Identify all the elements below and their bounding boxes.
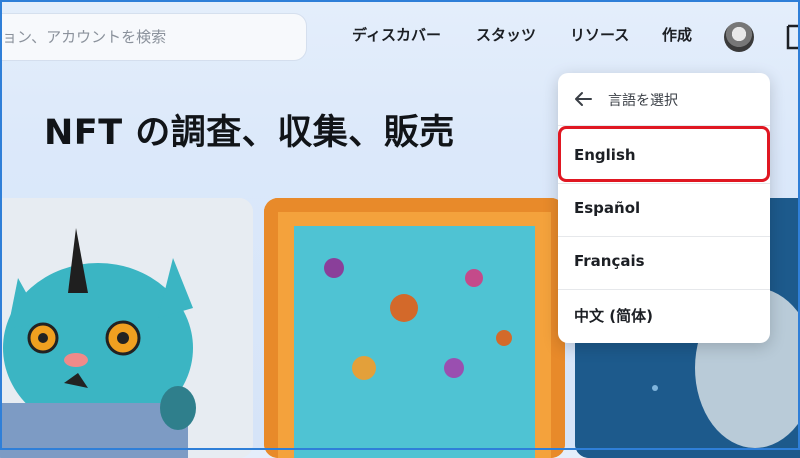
language-option-english[interactable]: English	[558, 130, 770, 182]
nft-card-2[interactable]	[264, 198, 565, 458]
language-option-label: 中文 (简体)	[574, 307, 653, 325]
nav-stats[interactable]: スタッツ	[476, 24, 536, 45]
language-option-label: English	[574, 146, 636, 164]
divider	[558, 125, 770, 126]
cart-icon[interactable]	[786, 24, 800, 50]
nav-create[interactable]: 作成	[662, 24, 692, 45]
framed-painting-image	[264, 198, 565, 458]
language-menu-title: 言語を選択	[608, 93, 678, 109]
language-option-label: Français	[574, 252, 645, 270]
nav-discover[interactable]: ディスカバー	[352, 24, 441, 45]
language-option-french[interactable]: Français	[558, 236, 770, 288]
language-option-label: Español	[574, 199, 641, 217]
nav-resources[interactable]: リソース	[570, 24, 629, 45]
language-menu-header: 言語を選択	[558, 73, 770, 125]
language-option-chinese-simplified[interactable]: 中文 (简体)	[558, 289, 770, 341]
language-option-spanish[interactable]: Español	[558, 183, 770, 235]
cat-artwork-image	[0, 198, 253, 458]
avatar[interactable]	[724, 22, 754, 52]
language-menu: 言語を選択 English Español Français 中文 (简体)	[558, 73, 770, 343]
search-input[interactable]	[0, 14, 306, 60]
back-arrow-icon[interactable]	[574, 91, 592, 107]
page-title: NFT の調査、収集、販売	[44, 113, 455, 153]
nft-card-1[interactable]	[0, 198, 253, 458]
